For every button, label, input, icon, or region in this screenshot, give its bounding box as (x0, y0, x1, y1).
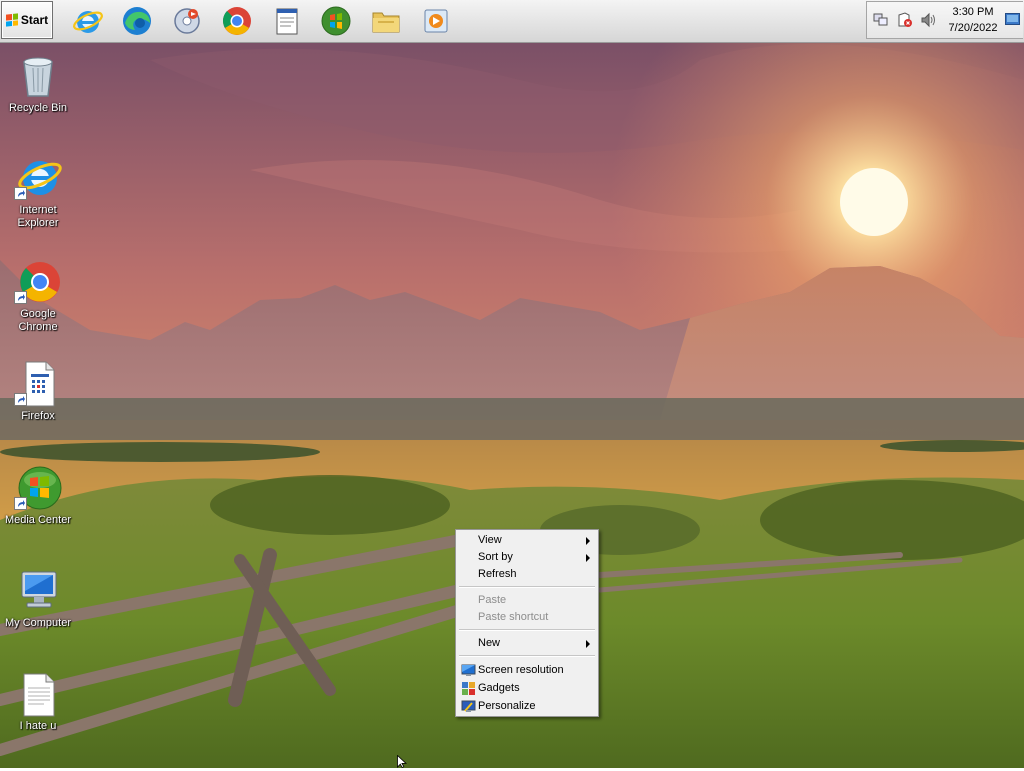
shortcut-arrow-icon (14, 497, 27, 510)
submenu-arrow-icon (586, 554, 590, 562)
menu-item-label: Gadgets (478, 682, 520, 694)
menu-item-personalize[interactable]: Personalize (458, 698, 596, 716)
menu-item-label: Sort by (478, 551, 513, 563)
menu-item-paste: Paste (458, 592, 596, 610)
desktop-icon-internet-explorer[interactable]: Internet Explorer (0, 154, 76, 230)
internet-explorer-icon[interactable] (70, 3, 106, 39)
desktop-icon-label: Firefox (21, 410, 55, 422)
chrome-icon (14, 258, 62, 306)
menu-item-label: New (478, 637, 501, 649)
menu-item-label: Personalize (478, 700, 536, 712)
menu-item-label: Screen resolution (478, 664, 564, 676)
screen-resolution-icon (461, 663, 476, 678)
desktop-icon-google-chrome[interactable]: Google Chrome (0, 258, 76, 334)
edge-icon[interactable] (119, 3, 155, 39)
desktop-icon-label: Google Chrome (18, 308, 58, 333)
firefox-shortcut-icon (14, 360, 62, 408)
media-player-icon[interactable] (169, 3, 205, 39)
menu-item-label: Refresh (478, 568, 517, 580)
show-desktop-icon[interactable] (1005, 13, 1020, 25)
menu-item-view[interactable]: View (458, 532, 596, 550)
start-label: Start (20, 13, 49, 27)
desktop-icon-label: My Computer (4, 617, 72, 629)
internet-explorer-icon (14, 154, 62, 202)
desktop-icon-label: Internet Explorer (17, 204, 59, 229)
windows-logo-icon (5, 13, 18, 27)
menu-item-screen-resolution[interactable]: Screen resolution (458, 662, 596, 680)
notepad-icon[interactable] (269, 3, 305, 39)
personalize-icon (461, 699, 476, 714)
menu-separator (459, 655, 595, 657)
desktop-icon-firefox[interactable]: Firefox (0, 360, 76, 423)
computer-icon (14, 567, 62, 615)
volume-icon[interactable] (920, 12, 936, 28)
desktop-context-menu: View Sort by Refresh Paste Paste shortcu… (455, 529, 599, 717)
desktop-icon-recycle-bin[interactable]: Recycle Bin (0, 52, 76, 115)
media-center-icon (14, 464, 62, 512)
taskbar: Start 3:30 PM 7/20/2022 (0, 0, 1024, 43)
menu-item-label: Paste (478, 594, 507, 606)
text-file-icon (14, 670, 62, 718)
desktop-icon-media-center[interactable]: Media Center (0, 464, 76, 527)
menu-item-label: View (478, 534, 502, 546)
desktop-icon-label: Media Center (4, 514, 72, 526)
desktop-icon-my-computer[interactable]: My Computer (0, 567, 76, 630)
clock-date[interactable]: 7/20/2022 (940, 22, 1006, 34)
shortcut-arrow-icon (14, 187, 27, 200)
desktop-icon-label: Recycle Bin (8, 102, 68, 114)
clock-time[interactable]: 3:30 PM (940, 6, 1006, 18)
gadgets-icon (461, 681, 476, 696)
menu-separator (459, 629, 595, 631)
network-icon[interactable] (873, 12, 889, 28)
recycle-bin-icon (14, 52, 62, 100)
submenu-arrow-icon (586, 640, 590, 648)
menu-item-paste-shortcut: Paste shortcut (458, 609, 596, 627)
menu-item-refresh[interactable]: Refresh (458, 566, 596, 584)
menu-item-new[interactable]: New (458, 635, 596, 653)
shortcut-arrow-icon (14, 291, 27, 304)
folder-icon[interactable] (368, 3, 404, 39)
media-center-icon[interactable] (318, 3, 354, 39)
video-player-icon[interactable] (418, 3, 454, 39)
mouse-cursor-icon (397, 754, 408, 771)
start-button[interactable]: Start (1, 1, 53, 39)
submenu-arrow-icon (586, 537, 590, 545)
menu-item-sort-by[interactable]: Sort by (458, 549, 596, 567)
menu-item-gadgets[interactable]: Gadgets (458, 680, 596, 698)
chrome-icon[interactable] (219, 3, 255, 39)
menu-separator (459, 586, 595, 588)
action-center-icon[interactable] (897, 12, 913, 28)
menu-item-label: Paste shortcut (478, 611, 549, 623)
shortcut-arrow-icon (14, 393, 27, 406)
desktop-icon-label: I hate u (19, 720, 57, 732)
desktop-icon-text-file[interactable]: I hate u (0, 670, 76, 733)
